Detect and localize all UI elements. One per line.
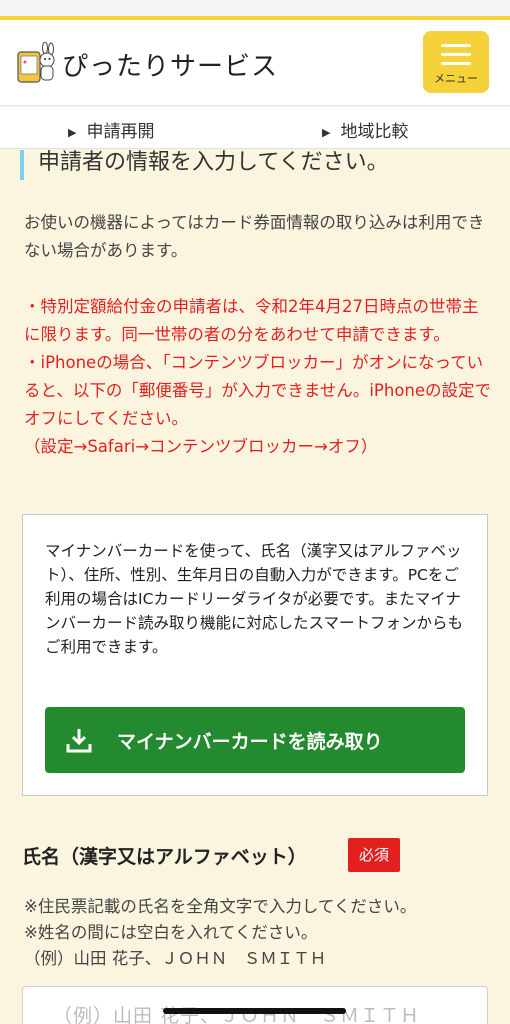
required-badge: 必須 [348,838,400,872]
home-indicator[interactable] [163,1008,346,1014]
read-mynumber-card-button[interactable]: マイナンバーカードを読み取り [45,707,465,773]
mynumber-card-box: マイナンバーカードを使って、氏名（漢字又はアルファベット）、住所、性別、生年月日… [22,514,488,796]
name-input[interactable] [22,986,488,1024]
read-button-label: マイナンバーカードを読み取り [117,731,383,753]
resume-application-link[interactable]: ▶ 申請再開 [68,117,154,142]
warning-text: ・特別定額給付金の申請者は、令和2年4月27日時点の世帯主に限ります。同一世帯の… [24,297,479,344]
region-compare-link[interactable]: ▶ 地域比較 [322,117,408,142]
download-icon [66,729,92,753]
app-title[interactable]: ぴったりサービス [62,46,278,83]
warning-text: ・iPhoneの場合、「コンテンツブロッカー」がオンになっていると、以下の「郵便… [24,353,492,428]
warning-block: ・特別定額給付金の申請者は、令和2年4月27日時点の世帯主に限ります。同一世帯の… [24,293,494,461]
hint-text: （例）山田 花子、ＪＯＨＮ ＳＭＩＴＨ [24,949,327,968]
name-field-label: 氏名（漢字又はアルファベット） [22,846,307,868]
menu-label: メニュー [434,72,478,85]
subnav-label: 地域比較 [340,122,409,142]
section-title: 申請者の情報を入力してください。 [20,150,389,180]
triangle-right-icon: ▶ [68,126,77,139]
hint-text: ※姓名の間には空白を入れてください。 [24,923,318,942]
menu-icon-bar [441,53,471,56]
warning-text: （設定→Safari→コンテンツブロッカー→オフ） [24,437,378,456]
menu-icon [441,44,471,47]
name-hints: ※住民票記載の氏名を全角文字で入力してください。 ※姓名の間には空白を入れてくだ… [24,894,490,972]
hint-text: ※住民票記載の氏名を全角文字で入力してください。 [24,897,417,916]
subnav-label: 申請再開 [86,122,155,142]
menu-button[interactable]: メニュー [423,31,489,93]
device-note: お使いの機器によってはカード券面情報の取り込みは利用できない場合があります。 [24,213,485,260]
top-strip [0,0,510,20]
mascot-logo-icon [17,42,55,83]
triangle-right-icon: ▶ [322,126,331,139]
sub-navigation: ▶ 申請再開 ▶ 地域比較 [0,107,510,149]
app-header: ぴったりサービス メニュー [0,20,510,106]
card-description: マイナンバーカードを使って、氏名（漢字又はアルファベット）、住所、性別、生年月日… [45,542,464,656]
menu-icon-bar [441,62,471,65]
